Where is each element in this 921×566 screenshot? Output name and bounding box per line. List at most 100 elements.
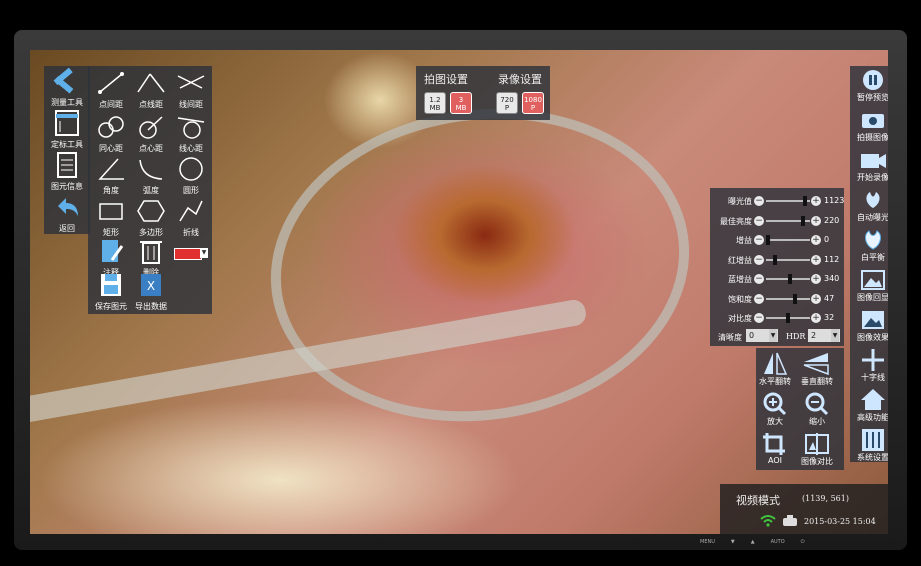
status-panel: 视频模式 (1139, 561) 2015-03-25 15:04 [720,484,888,534]
monitor-buttons: MENU ▼ ▲ AUTO ⏻ [700,539,805,545]
dental-mirror-image [250,82,710,448]
crosshair-button[interactable]: 十字线 [848,346,888,386]
line-distance-button[interactable]: 线间距 [168,68,214,116]
camera-icon [862,114,884,128]
crosshair-icon [862,349,884,371]
home-icon [861,389,885,410]
video-preview[interactable]: 测量工具 定标工具 图元信息 返回 点间距 点线距 线间距 同心距 点心距 线心… [30,50,888,534]
slider-track[interactable] [766,239,810,241]
wifi-icon [760,515,776,527]
record-1080p-option[interactable]: 1080 P [522,92,544,114]
pause-preview-button[interactable]: 暂停预览 [848,66,888,106]
capture-settings-panel: 拍图设置 录像设置 1.2 MB 3 MB 720 P 1080 P [416,66,550,120]
advanced-features-button[interactable]: 高级功能 [848,386,888,426]
picture-icon [861,270,885,290]
minus-icon[interactable]: − [754,196,764,206]
calibrate-tool-button[interactable]: 定标工具 [44,108,90,156]
chevron-down-icon: ▼ [769,329,777,342]
date-time: 2015-03-25 15:04 [804,517,876,526]
slider-thumb[interactable] [766,235,770,245]
auto-hw-button[interactable]: AUTO [771,539,785,545]
slider-value: 340 [824,274,840,283]
color-swatch [174,248,202,260]
capture-size-3mb-option[interactable]: 3 MB [450,92,472,114]
slider-thumb[interactable] [773,254,778,265]
slider-row: 对比度 − +32 [710,309,844,327]
minus-icon[interactable]: − [754,293,764,304]
slider-thumb[interactable] [788,274,792,284]
hdr-select[interactable]: 2 ▼ [808,329,840,342]
slider-row: 蓝增益 − +340 [710,270,844,288]
slider-track[interactable] [766,297,810,300]
zoom-out-icon [805,392,829,416]
plus-icon[interactable]: + [811,313,821,323]
menu-hw-button[interactable]: MENU [700,539,715,545]
slider-thumb[interactable] [786,313,790,323]
cursor-coordinates: (1139, 561) [802,494,849,503]
polyline-icon [179,200,203,222]
image-effect-button[interactable]: 图像效果 [848,306,888,346]
sharpness-select[interactable]: 0 ▼ [746,329,778,342]
camera-adjust-panel: 曝光值 − +1123 最佳亮度 − +220 增益 − +0 红增益 − +112 蓝增益 − +340 饱… [710,188,844,346]
plus-icon[interactable]: + [811,215,821,226]
minus-icon[interactable]: − [754,215,764,226]
measure-tools-panel: 点间距 点线距 线间距 同心距 点心距 线心距 角度 弧度 圆形 矩形 多边形 … [88,66,212,314]
line-center-icon [177,117,205,139]
plus-icon[interactable]: + [811,196,821,206]
slider-value: 112 [824,254,840,264]
plus-icon[interactable]: + [811,274,821,284]
slider-row: 饱和度 − +47 [710,290,844,308]
power-hw-button[interactable]: ⏻ [801,539,805,545]
line-center-distance-button[interactable]: 线心距 [168,112,214,160]
minus-icon[interactable]: − [754,313,764,323]
measure-tool-button[interactable]: 测量工具 [44,66,90,114]
plus-icon[interactable]: + [811,254,821,265]
minus-icon[interactable]: − [754,235,764,245]
right-tools-panel: 暂停预览 拍摄图像 开始录像 自动曝光 白平衡 图像回显 图像效果 十字线 高级… [850,66,888,462]
start-recording-button[interactable]: 开始录像 [848,146,888,186]
hdr-label: HDR [786,332,806,341]
slider-row: 增益 − +0 [710,231,844,249]
minus-icon[interactable]: − [754,274,764,284]
vertical-flip-button[interactable]: 垂直翻转 [792,350,842,390]
auto-exposure-button[interactable]: 自动曝光 [848,186,888,226]
slider-row: 红增益 − +112 [710,251,844,269]
minus-icon[interactable]: − [754,254,764,265]
flower-exposure-icon [866,192,880,208]
circle-button[interactable]: 圆形 [168,154,214,202]
system-settings-button[interactable]: 系统设置 [848,426,888,466]
slider-label: 饱和度 [728,294,752,304]
image-compare-button[interactable]: 图像对比 [792,430,842,470]
export-data-button[interactable]: X 导出数据 [128,270,174,318]
slider-thumb[interactable] [793,293,798,304]
capture-settings-title: 拍图设置 [424,73,468,86]
record-720p-option[interactable]: 720 P [496,92,518,114]
image-effect-icon [862,311,884,329]
white-balance-button[interactable]: 白平衡 [848,226,888,266]
capture-image-button[interactable]: 拍摄图像 [848,106,888,146]
slider-value: 47 [824,293,835,303]
ruler-pencil-icon [53,67,74,94]
image-playback-button[interactable]: 图像回显 [848,266,888,306]
plus-icon[interactable]: + [811,293,821,304]
slider-thumb[interactable] [801,215,806,226]
slider-value: 32 [824,313,835,322]
slider-thumb[interactable] [802,196,807,206]
slider-label: 曝光值 [728,197,752,206]
back-arrow-icon [58,198,78,216]
down-hw-button[interactable]: ▼ [731,539,735,545]
shape-info-button[interactable]: 图元信息 [44,150,90,198]
excel-icon: X [141,274,161,296]
zoom-out-button[interactable]: 缩小 [792,390,842,430]
slider-row: 曝光值 − +1123 [710,192,844,210]
white-balance-icon [865,230,881,250]
capture-size-1.2mb-option[interactable]: 1.2 MB [424,92,446,114]
svg-text:X: X [147,279,155,293]
back-button[interactable]: 返回 [44,192,90,240]
slider-value: 0 [824,235,830,244]
up-hw-button[interactable]: ▲ [751,539,755,545]
equalizer-settings-icon [862,429,884,451]
plus-icon[interactable]: + [811,235,821,245]
color-picker-button[interactable]: ▼ [168,236,214,284]
vertical-flip-icon [803,353,829,376]
